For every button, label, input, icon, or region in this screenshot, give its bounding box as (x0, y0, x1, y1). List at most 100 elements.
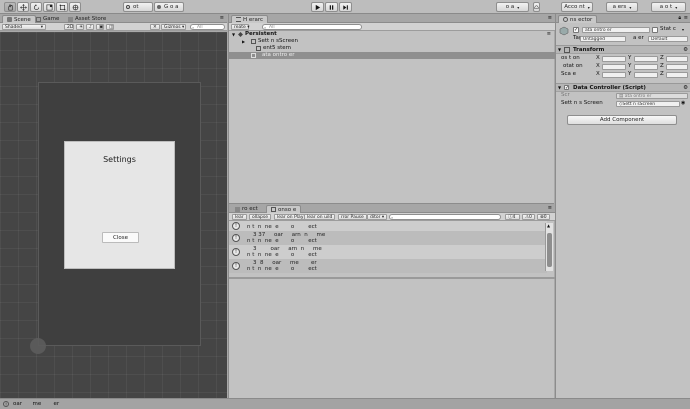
hierarchy-search-input[interactable]: ⌕ All (262, 24, 362, 30)
scroll-thumb[interactable] (547, 233, 552, 267)
scene-visibility-toggle[interactable]: ✕ (150, 24, 160, 30)
cloud-button[interactable] (533, 2, 540, 12)
tab-project-label: ro ect (242, 206, 258, 212)
console-log-entry[interactable]: ! 3 8 oar me er n t n ne e o ect (229, 259, 547, 273)
tag-dropdown[interactable]: Untagged (580, 36, 626, 42)
rotation-y-field[interactable] (634, 64, 658, 70)
tab-console[interactable]: onso e (266, 205, 302, 213)
rotation-x-field[interactable] (602, 64, 626, 70)
audio-toggle[interactable]: ♪ (86, 24, 94, 30)
hierarchy-search-placeholder: All (269, 25, 275, 30)
error-pause-toggle[interactable]: rror Pause (338, 214, 367, 220)
panel-menu-icon[interactable]: ≡ (220, 15, 224, 21)
rotate-tool-button[interactable] (30, 2, 42, 12)
lighting-toggle[interactable]: ☀ (76, 24, 84, 30)
info-icon (563, 17, 568, 22)
scale-tool-button[interactable] (43, 2, 55, 12)
script-reference-field: ▤ ata ontro er (616, 93, 688, 99)
object-name-field[interactable]: ata ontro er (582, 27, 650, 33)
info-icon: ! (232, 248, 240, 256)
step-icon (343, 4, 348, 10)
pivot-toggle[interactable]: ot (123, 2, 153, 12)
step-button[interactable] (339, 2, 352, 12)
tab-asset-store[interactable]: Asset Store (64, 15, 110, 23)
hand-tool-button[interactable] (4, 2, 16, 12)
global-toggle[interactable]: G o a (154, 2, 184, 12)
create-dropdown[interactable]: reate ▾ (231, 24, 250, 30)
console-scrollbar[interactable]: ▲ (545, 223, 553, 271)
active-checkbox[interactable]: ✓ (573, 27, 579, 33)
settings-gear-icon[interactable]: ⚙ (683, 84, 688, 92)
speaker-icon: ♪ (89, 25, 92, 30)
transform-tool-button[interactable] (69, 2, 81, 12)
script-enabled-checkbox[interactable]: ✓ (564, 85, 569, 91)
scene-root-row[interactable]: ▼ Persistent ≡ (229, 31, 555, 38)
position-z-field[interactable] (666, 56, 688, 62)
canvas-pivot-handle[interactable] (30, 338, 46, 354)
scene-camera-toggle[interactable]: ◫ (106, 24, 114, 30)
scale-x-field[interactable] (602, 72, 626, 78)
settings-screen-field[interactable]: ◇Sett n sScreen (616, 101, 680, 107)
tab-game[interactable]: Game (32, 15, 63, 23)
clear-on-build-toggle[interactable]: lear on uild (304, 214, 336, 220)
static-checkbox[interactable] (652, 27, 658, 33)
layers-dropdown[interactable]: a ers ▾ (606, 2, 638, 12)
2d-toggle[interactable]: 2D (64, 24, 74, 30)
rect-tool-button[interactable] (56, 2, 68, 12)
scene-viewport[interactable]: Settings Close (0, 32, 227, 398)
chevron-down-icon[interactable]: ▾ (682, 27, 684, 32)
move-tool-button[interactable] (17, 2, 29, 12)
transform-component-header[interactable]: ▼ Transform ⚙ (556, 45, 690, 54)
collapse-button[interactable]: ollapse (249, 214, 271, 220)
scale-y-field[interactable] (634, 72, 658, 78)
gizmos-dropdown[interactable]: Gizmos ▾ (161, 24, 186, 30)
script-component-header[interactable]: ▼ ✓ Data Controller (Script) ⚙ (556, 83, 690, 92)
pause-button[interactable] (325, 2, 338, 12)
gameobject-large-icon (559, 26, 569, 44)
layout-dropdown[interactable]: a o t ▾ (651, 2, 686, 12)
chevron-down-icon: ▾ (517, 4, 520, 10)
rotation-z-field[interactable] (666, 64, 688, 70)
panel-menu-icon[interactable]: ≡ (684, 15, 688, 21)
scale-z-field[interactable] (666, 72, 688, 78)
tab-project[interactable]: ro ect (231, 205, 262, 213)
console-log-entry[interactable]: ! 3 37 oar arn n me n t n ne e o ect (229, 231, 547, 245)
info-filter-toggle[interactable]: ⓘ4 (505, 214, 520, 220)
position-y-field[interactable] (634, 56, 658, 62)
error-filter-toggle[interactable]: ⊗0 (537, 214, 550, 220)
status-message[interactable]: oar me er (13, 399, 59, 409)
collab-dropdown[interactable]: o a ▾ (496, 2, 529, 12)
tab-inspector[interactable]: ns ector (558, 15, 598, 23)
panel-menu-icon[interactable]: ≡ (548, 205, 552, 211)
console-search-input[interactable]: ⌕ (389, 214, 501, 220)
panel-menu-icon[interactable]: ≡ (548, 15, 552, 21)
clear-button[interactable]: lear (232, 214, 247, 220)
shading-mode-dropdown[interactable]: Shaded ▾ (2, 24, 46, 30)
hierarchy-item-selected[interactable]: ata ontro er (229, 52, 555, 59)
console-log-entry[interactable]: ! n t n ne e o ect (229, 221, 547, 231)
play-icon (315, 4, 321, 10)
hierarchy-item[interactable]: ▶ Sett n sScreen (229, 38, 555, 45)
console-split-divider[interactable] (229, 277, 555, 279)
settings-gear-icon[interactable]: ⚙ (683, 46, 688, 54)
tab-scene[interactable]: Scene (2, 15, 36, 23)
panel-menu-icon[interactable]: ≡ (547, 31, 551, 38)
clear-on-play-toggle[interactable]: lear on Play (274, 214, 307, 220)
tab-hierarchy[interactable]: H erarc (231, 15, 269, 23)
axis-label: Y (628, 55, 632, 61)
console-log-entry[interactable]: ! 3 oar arn n me n t n ne e o ect (229, 245, 547, 259)
effects-toggle[interactable]: ▣ (96, 24, 104, 30)
close-button[interactable]: Close (102, 232, 139, 243)
hierarchy-item[interactable]: ent5 stem (229, 45, 555, 52)
object-picker-icon[interactable]: ◉ (681, 100, 685, 106)
position-x-field[interactable] (602, 56, 626, 62)
lock-icon[interactable]: 🔒︎ (678, 15, 681, 21)
layer-dropdown[interactable]: Default (648, 36, 688, 42)
add-component-button[interactable]: Add Component (567, 115, 677, 125)
scene-search-input[interactable]: ⌕ All (190, 24, 225, 30)
account-dropdown[interactable]: Acco nt ▾ (561, 2, 593, 12)
editor-dropdown[interactable]: ditor ▾ (367, 214, 388, 220)
play-button[interactable] (311, 2, 324, 12)
settings-panel[interactable]: Settings Close (64, 141, 175, 269)
warning-filter-toggle[interactable]: ⚠0 (522, 214, 535, 220)
